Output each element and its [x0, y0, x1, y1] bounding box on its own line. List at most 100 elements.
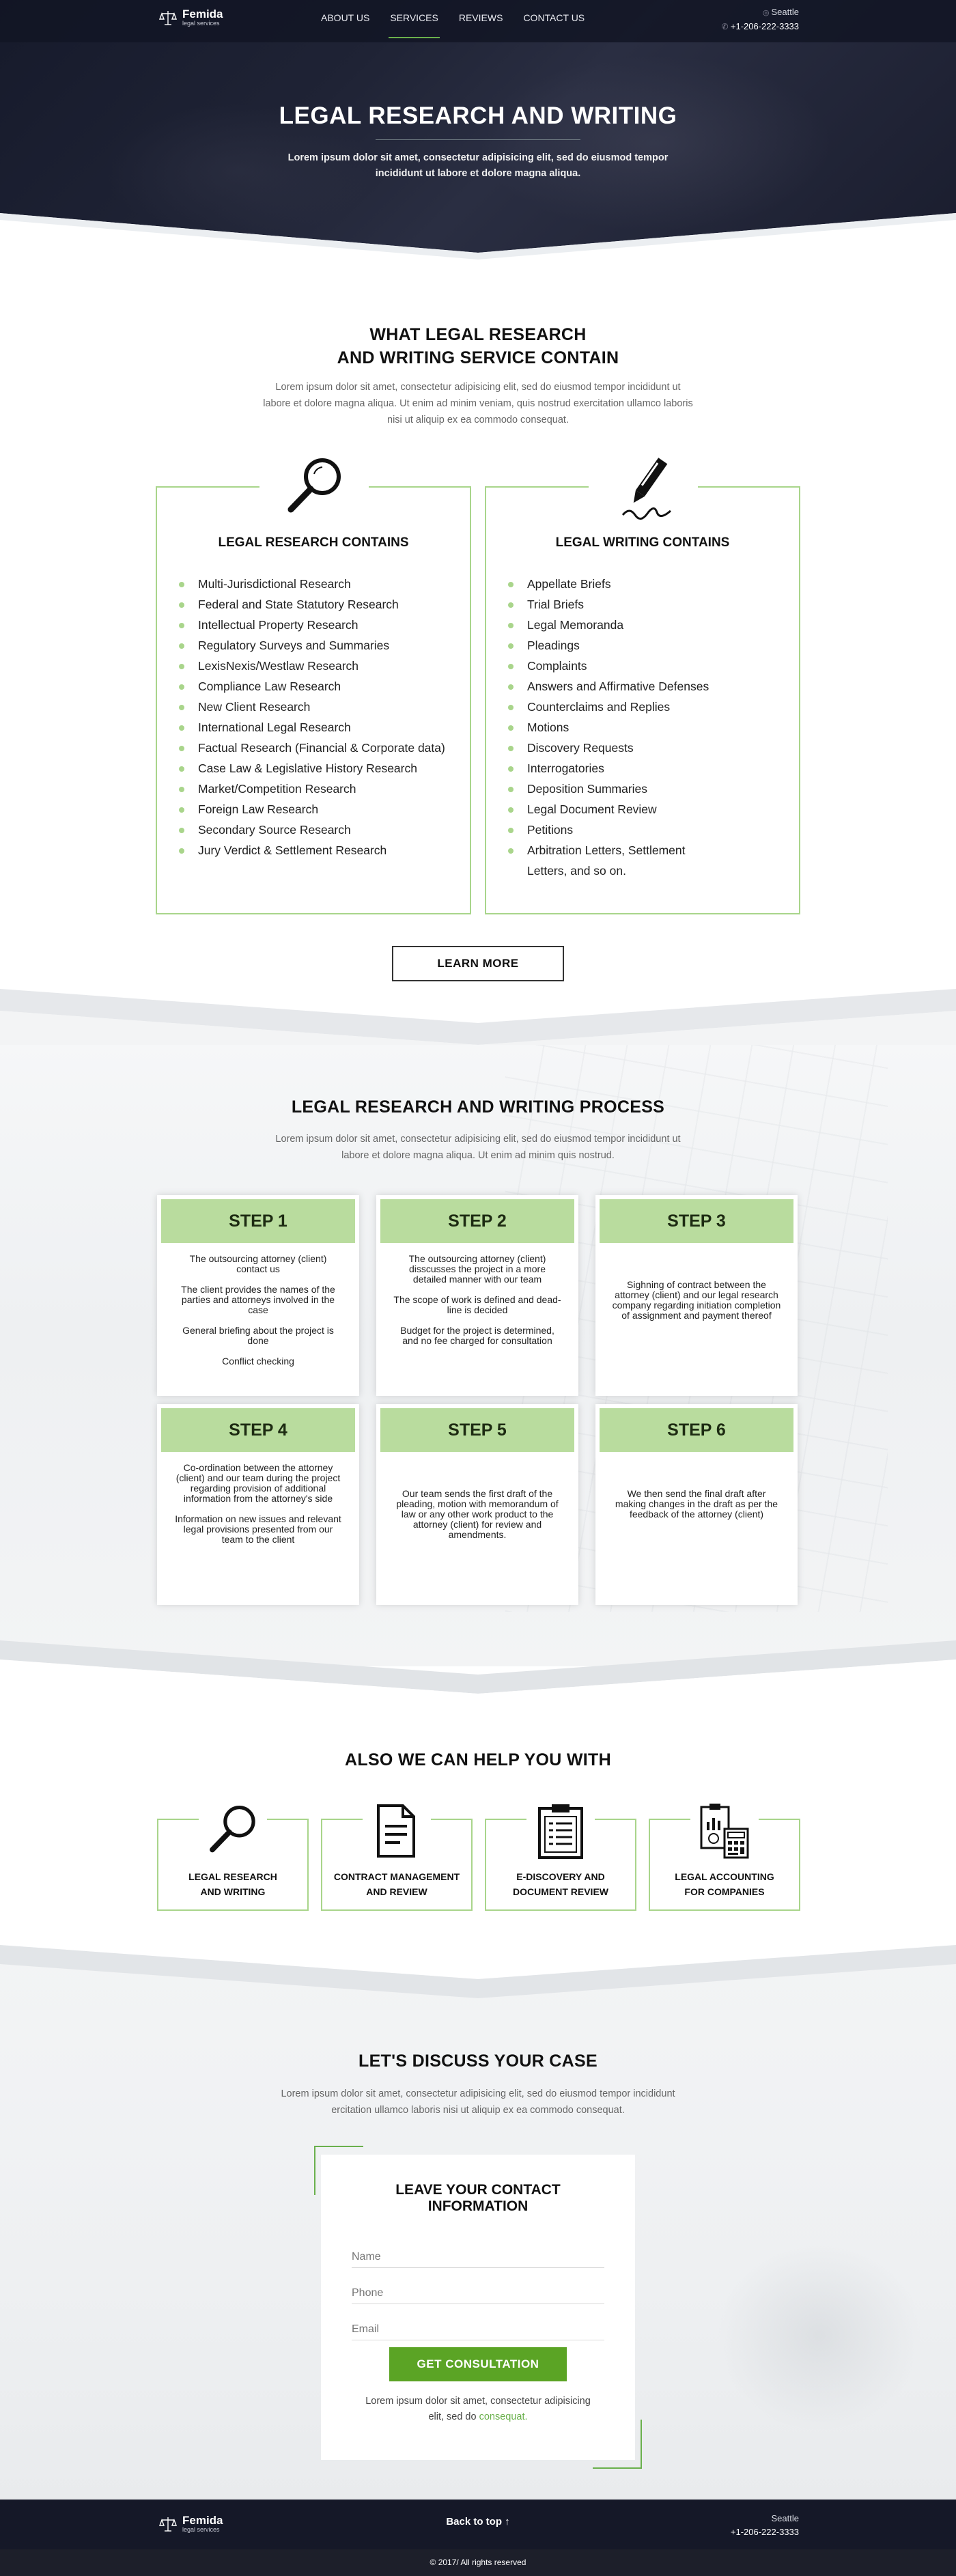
discuss-title: LET'S DISCUSS YOUR CASE — [358, 2052, 598, 2071]
scales-icon — [159, 11, 177, 25]
step-title: STEP 1 — [161, 1199, 355, 1243]
step-paragraph: Information on new issues and relevant l… — [175, 1513, 341, 1545]
document-icon — [377, 1804, 415, 1858]
service-label: E-DISCOVERY AND — [516, 1871, 605, 1882]
pen-icon — [621, 458, 671, 520]
research-item: Federal and State Statutory Research — [178, 594, 445, 615]
footer-contact: Seattle +1-206-222-3333 — [731, 2512, 799, 2539]
learn-more-button[interactable]: LEARN MORE — [392, 946, 564, 981]
writing-list: Appellate Briefs Trial Briefs Legal Memo… — [507, 574, 780, 881]
step-card: STEP 6 We then send the final draft afte… — [595, 1404, 798, 1605]
main-nav: ABOUT US SERVICES REVIEWS CONTACT US — [321, 12, 585, 38]
research-list: Multi-Jurisdictional Research Federal an… — [178, 574, 445, 860]
writing-item: Appellate Briefs — [507, 574, 780, 594]
writing-item: Pleadings — [507, 635, 780, 656]
also-title: ALSO WE CAN HELP YOU WITH — [345, 1750, 611, 1769]
step-card: STEP 2 The outsourcing attorney (client)… — [376, 1195, 578, 1396]
writing-item: Complaints — [507, 656, 780, 676]
step-title: STEP 3 — [600, 1199, 793, 1243]
step-paragraph: Co-ordination between the attorney (clie… — [175, 1462, 341, 1504]
step-paragraph: The scope of work is defined and dead-li… — [393, 1294, 561, 1315]
clipboard-icon — [538, 1804, 583, 1859]
nav-reviews[interactable]: REVIEWS — [459, 12, 503, 38]
hero-text: Lorem ipsum dolor sit amet, consectetur … — [287, 152, 669, 179]
service-label: LEGAL ACCOUNTING — [675, 1871, 774, 1882]
footer-city: Seattle — [771, 2513, 799, 2523]
calculator-icon — [700, 1804, 749, 1859]
research-item: International Legal Research — [178, 717, 445, 738]
phone-field[interactable] — [352, 2273, 604, 2304]
step-title: STEP 5 — [380, 1408, 574, 1452]
step-title: STEP 6 — [600, 1408, 793, 1452]
writing-item: Trial Briefs — [507, 594, 780, 615]
nav-services[interactable]: SERVICES — [389, 12, 440, 38]
nav-about-us[interactable]: ABOUT US — [321, 12, 369, 38]
location-icon: ◎ — [762, 9, 772, 17]
research-item: Secondary Source Research — [178, 820, 445, 840]
research-item: Market/Competition Research — [178, 779, 445, 799]
email-field[interactable] — [352, 2309, 604, 2340]
service-label: DOCUMENT REVIEW — [513, 1886, 608, 1897]
service-card-contract-management[interactable]: CONTRACT MANAGEMENT AND REVIEW — [321, 1800, 473, 1911]
copyright: © 2017/ All rights reserved — [0, 2549, 956, 2576]
research-box-title: LEGAL RESEARCH CONTAINS — [218, 535, 409, 550]
research-item: Case Law & Legislative History Research — [178, 758, 445, 779]
step-paragraph: The outsourcing attorney (client) disscu… — [408, 1253, 546, 1285]
service-card-legal-accounting[interactable]: LEGAL ACCOUNTING FOR COMPANIES — [649, 1800, 800, 1911]
magnifier-icon — [287, 458, 341, 513]
form-title: LEAVE YOUR CONTACT INFORMATION — [395, 2182, 561, 2214]
service-label: LEGAL RESEARCH — [188, 1871, 277, 1882]
service-label: AND REVIEW — [366, 1886, 427, 1897]
contact-form: LEAVE YOUR CONTACT INFORMATION GET CONSU… — [321, 2155, 635, 2460]
step-card: STEP 1 The outsourcing attorney (client)… — [157, 1195, 359, 1396]
writing-item: Deposition Summaries — [507, 779, 780, 799]
footer: Femida legal services Back to top ↑ Seat… — [0, 2500, 956, 2549]
writing-item: Legal Document Review — [507, 799, 780, 820]
form-note-link[interactable]: consequat. — [479, 2411, 528, 2422]
logo-subtitle: legal services — [182, 20, 220, 27]
research-item: Compliance Law Research — [178, 676, 445, 697]
writing-item: Answers and Affirmative Defenses — [507, 676, 780, 697]
top-navbar: Femida legal services ABOUT US SERVICES … — [0, 0, 956, 42]
process-text: Lorem ipsum dolor sit amet, consectetur … — [275, 1134, 681, 1161]
writing-box-title: LEGAL WRITING CONTAINS — [555, 535, 730, 550]
research-item: Multi-Jurisdictional Research — [178, 574, 445, 594]
research-item: Intellectual Property Research — [178, 615, 445, 635]
research-item: Regulatory Surveys and Summaries — [178, 635, 445, 656]
title-divider — [376, 139, 580, 140]
discuss-text: Lorem ipsum dolor sit amet, consectetur … — [281, 2088, 675, 2116]
research-item: New Client Research — [178, 697, 445, 717]
service-label: FOR COMPANIES — [684, 1886, 765, 1897]
back-to-top-link[interactable]: Back to top ↑ — [0, 2516, 956, 2528]
hero-chevron-divider — [0, 213, 956, 266]
footer-phone[interactable]: +1-206-222-3333 — [731, 2525, 799, 2539]
writing-box: LEGAL WRITING CONTAINS Appellate Briefs … — [485, 458, 800, 914]
form-note: Lorem ipsum dolor sit amet, consectetur … — [365, 2396, 591, 2422]
magnifier-icon — [210, 1806, 255, 1853]
contain-section-text: Lorem ipsum dolor sit amet, consectetur … — [263, 382, 693, 425]
step-paragraph: General briefing about the project is do… — [182, 1325, 334, 1346]
step-paragraph: Our team sends the first draft of the pl… — [396, 1488, 559, 1540]
get-consultation-button[interactable]: GET CONSULTATION — [389, 2347, 567, 2381]
step-card: STEP 3 Sighning of contract between the … — [595, 1195, 798, 1396]
header-contact: ◎ Seattle ✆ +1-206-222-3333 — [722, 5, 800, 33]
step-paragraph: Sighning of contract between the attorne… — [612, 1279, 781, 1321]
name-field[interactable] — [352, 2237, 604, 2268]
step-title: STEP 2 — [380, 1199, 574, 1243]
page-title: LEGAL RESEARCH AND WRITING — [279, 102, 677, 129]
step-paragraph: Budget for the project is determined, an… — [400, 1325, 554, 1346]
service-card-e-discovery[interactable]: E-DISCOVERY AND DOCUMENT REVIEW — [485, 1800, 636, 1911]
step-paragraph: Conflict checking — [222, 1356, 294, 1367]
phone-icon: ✆ — [721, 22, 731, 31]
process-bottom-divider — [0, 1640, 956, 1700]
logo[interactable]: Femida legal services — [159, 8, 223, 27]
step-card: STEP 5 Our team sends the first draft of… — [376, 1404, 578, 1605]
writing-item: Legal Memoranda — [507, 615, 780, 635]
service-card-legal-research[interactable]: LEGAL RESEARCH AND WRITING — [157, 1800, 309, 1911]
discuss-top-divider — [0, 1940, 956, 1998]
header-phone[interactable]: +1-206-222-3333 — [731, 21, 799, 31]
header-city: Seattle — [771, 7, 799, 17]
step-paragraph: We then send the final draft after makin… — [615, 1488, 778, 1520]
service-label: AND WRITING — [200, 1886, 266, 1897]
nav-contact-us[interactable]: CONTACT US — [523, 12, 585, 38]
